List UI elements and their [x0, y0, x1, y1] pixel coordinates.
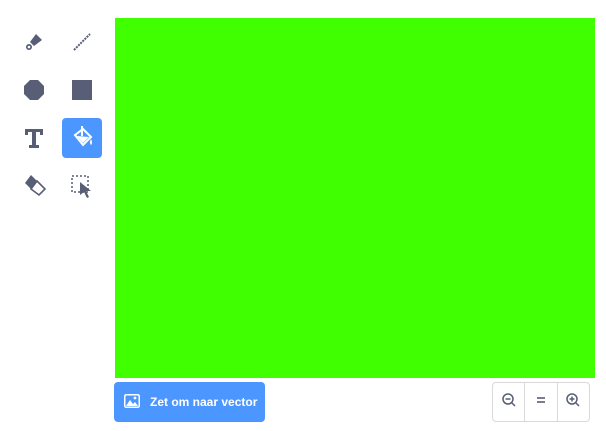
select-icon	[70, 174, 94, 198]
brush-tool[interactable]	[14, 22, 54, 62]
zoom-in-button[interactable]	[556, 383, 589, 421]
circle-tool[interactable]	[14, 70, 54, 110]
text-tool[interactable]	[14, 118, 54, 158]
convert-to-vector-button[interactable]: Zet om naar vector	[114, 382, 265, 422]
rectangle-tool[interactable]	[62, 70, 102, 110]
zoom-out-icon	[501, 392, 517, 413]
circle-icon	[22, 78, 46, 102]
eraser-icon	[21, 173, 47, 199]
fill-bucket-icon	[69, 125, 95, 151]
fill-tool[interactable]	[62, 118, 102, 158]
eraser-tool[interactable]	[14, 166, 54, 206]
zoom-out-button[interactable]	[493, 383, 524, 421]
bitmap-canvas[interactable]	[115, 18, 595, 378]
line-tool[interactable]	[62, 22, 102, 62]
line-icon	[70, 30, 94, 54]
zoom-reset-icon	[533, 392, 549, 413]
brush-icon	[22, 30, 46, 54]
zoom-reset-button[interactable]	[524, 383, 556, 421]
rectangle-icon	[70, 78, 94, 102]
image-icon	[124, 394, 140, 410]
zoom-in-icon	[565, 392, 581, 413]
select-tool[interactable]	[62, 166, 102, 206]
zoom-controls	[492, 382, 590, 422]
convert-button-label: Zet om naar vector	[150, 395, 258, 409]
text-icon	[22, 126, 46, 150]
